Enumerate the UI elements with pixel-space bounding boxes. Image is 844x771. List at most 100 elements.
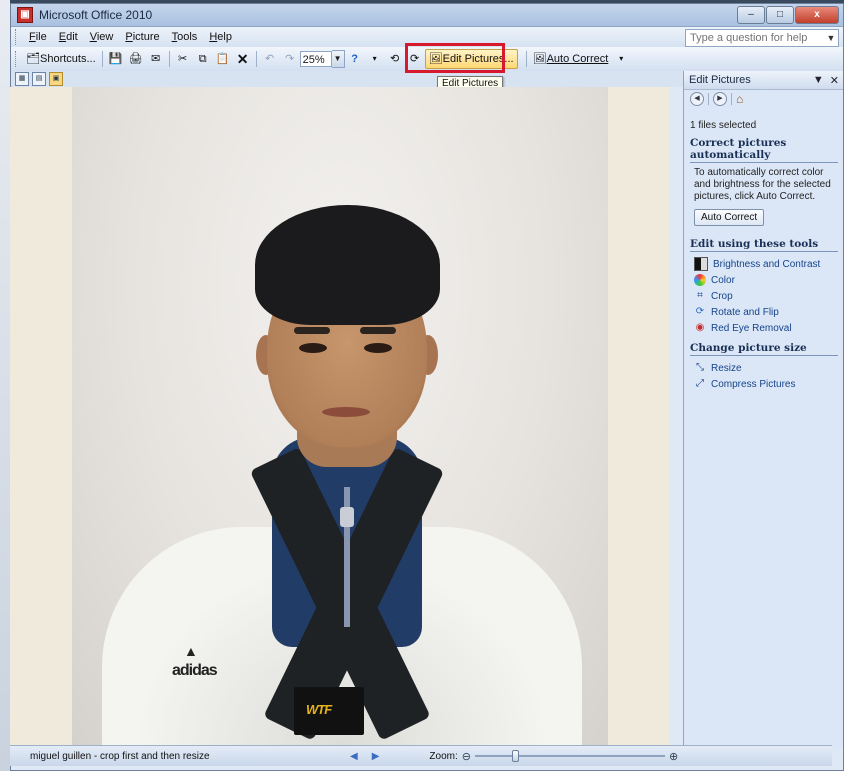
print-button[interactable]: 🖨 [126, 49, 146, 69]
menu-file[interactable]: File [23, 31, 53, 43]
brightness-icon [694, 257, 708, 271]
email-icon: ✉ [151, 53, 161, 65]
help-button[interactable]: ? [345, 49, 365, 69]
picture-canvas: ▲ adidas WTF [10, 87, 670, 745]
menu-view-accel: V [89, 31, 97, 43]
single-picture-view-button[interactable]: ▣ [49, 72, 63, 86]
zoom-combo[interactable]: 25% [299, 51, 332, 67]
window-title: Microsoft Office 2010 [39, 8, 153, 22]
resize-icon: ⤡ [696, 362, 704, 373]
toolbar-grip[interactable] [15, 51, 19, 67]
status-filename: miguel guillen - crop first and then res… [30, 750, 210, 762]
save-icon: 💾 [108, 53, 123, 65]
section-correct-automatically: Correct pictures automatically [690, 137, 838, 163]
copy-button[interactable]: ⧉ [193, 49, 213, 69]
toolbar-overflow-button[interactable]: ▾ [611, 49, 631, 69]
menu-file-label: ile [35, 31, 47, 43]
resize-link[interactable]: ⤡ Resize [690, 360, 838, 376]
brightness-contrast-link[interactable]: Brightness and Contrast [690, 256, 838, 272]
minimize-button[interactable]: – [737, 6, 765, 24]
save-button[interactable]: 💾 [106, 49, 126, 69]
close-button[interactable]: x [795, 6, 839, 24]
menu-edit-accel: E [58, 31, 67, 43]
red-eye-label: Red Eye Removal [711, 322, 792, 334]
shortcuts-icon: 🗂 [26, 53, 40, 65]
pane-controls: ▼ ✕ [813, 74, 839, 87]
pane-close-icon[interactable]: ✕ [830, 74, 839, 87]
cut-button[interactable]: ✂ [173, 49, 193, 69]
nav-separator [708, 93, 709, 105]
color-link[interactable]: Color [690, 272, 838, 288]
photo-eye-left [299, 343, 327, 353]
adidas-logo: adidas [172, 662, 218, 679]
help-dropdown-icon[interactable]: ▼ [824, 33, 838, 43]
filmstrip-view-button[interactable]: ▤ [32, 72, 46, 86]
window-controls: – □ x [737, 6, 839, 24]
status-bar: miguel guillen - crop first and then res… [10, 745, 832, 766]
zoom-dropdown-icon[interactable]: ▼ [331, 50, 345, 68]
zoom-slider-thumb[interactable] [511, 750, 519, 762]
files-selected-text: 1 files selected [690, 120, 757, 131]
delete-button[interactable]: ✕ [233, 49, 253, 69]
menu-tools[interactable]: Tools [166, 31, 204, 43]
auto-correct-description: To automatically correct color and brigh… [694, 167, 831, 202]
portrait-photo[interactable]: ▲ adidas WTF [72, 87, 608, 745]
help-search-input[interactable] [686, 31, 824, 45]
crop-icon: ⌗ [697, 290, 703, 301]
photo-zip-pull [340, 507, 354, 527]
photo-hair [255, 205, 440, 325]
menu-picture[interactable]: Picture [119, 31, 165, 43]
home-icon[interactable]: ⌂ [736, 92, 743, 106]
pane-menu-icon[interactable]: ▼ [813, 74, 824, 87]
zoom-out-icon[interactable]: ⊖ [462, 750, 471, 763]
menu-file-accel: F [29, 31, 36, 43]
undo-button[interactable]: ↶ [260, 49, 280, 69]
zoom-slider-track [474, 755, 665, 757]
menu-grip[interactable] [15, 29, 19, 45]
rotate-flip-link[interactable]: ⟳ Rotate and Flip [690, 304, 838, 320]
wtf-badge-text: WTF [306, 702, 332, 717]
back-icon[interactable]: ◀ [690, 92, 704, 106]
cut-icon: ✂ [178, 53, 188, 65]
pane-header: Edit Pictures ▼ ✕ [684, 71, 843, 90]
pane-auto-correct-button[interactable]: Auto Correct [694, 209, 765, 226]
color-wheel-icon [694, 274, 706, 286]
auto-correct-button[interactable]: 🖼 Auto Correct [530, 49, 612, 69]
auto-correct-icon: 🖼 [532, 53, 547, 65]
redo-icon: ↷ [285, 53, 295, 65]
thumbnail-view-button[interactable]: ▦ [15, 72, 29, 86]
menu-picture-accel: P [125, 31, 133, 43]
paste-button[interactable]: 📋 [213, 49, 233, 69]
photo-brow-right [360, 327, 396, 334]
previous-picture-icon[interactable]: ◀ [350, 751, 358, 762]
menu-edit[interactable]: Edit [53, 31, 84, 43]
paste-icon: 📋 [215, 53, 230, 65]
photo-mouth [322, 407, 370, 417]
email-button[interactable]: ✉ [146, 49, 166, 69]
shortcuts-button[interactable]: 🗂 Shortcuts... [23, 49, 99, 69]
zoom-slider[interactable] [474, 750, 665, 762]
next-picture-icon[interactable]: ▶ [372, 751, 380, 762]
toolbar-options-button[interactable]: ▾ [365, 49, 385, 69]
zoom-in-icon[interactable]: ⊕ [669, 750, 678, 763]
forward-icon[interactable]: ▶ [713, 92, 727, 106]
auto-correct-label: Auto Correct [546, 53, 609, 65]
undo-icon: ↶ [265, 53, 275, 65]
brightness-contrast-label: Brightness and Contrast [713, 258, 821, 270]
compress-label: Compress Pictures [711, 378, 796, 390]
redo-button[interactable]: ↷ [280, 49, 300, 69]
toolbar-separator [255, 51, 257, 67]
crop-link[interactable]: ⌗ Crop [690, 288, 838, 304]
compress-link[interactable]: ⤢ Compress Pictures [690, 376, 838, 392]
pane-navigation: ◀ ▶ ⌂ [684, 90, 843, 108]
print-icon: 🖨 [128, 53, 143, 65]
edit-pictures-pane: Edit Pictures ▼ ✕ ◀ ▶ ⌂ 1 files selected… [683, 71, 843, 749]
maximize-button[interactable]: □ [766, 6, 794, 24]
red-eye-link[interactable]: ◉ Red Eye Removal [690, 320, 838, 336]
menu-help[interactable]: Help [203, 31, 238, 43]
menu-tools-label: ools [177, 31, 198, 43]
menu-picture-label: icture [132, 31, 160, 43]
toolbar-overflow-icon: ▾ [619, 54, 624, 63]
menu-view[interactable]: View [84, 31, 120, 43]
rotate-left-button[interactable]: ⟲ [385, 49, 405, 69]
